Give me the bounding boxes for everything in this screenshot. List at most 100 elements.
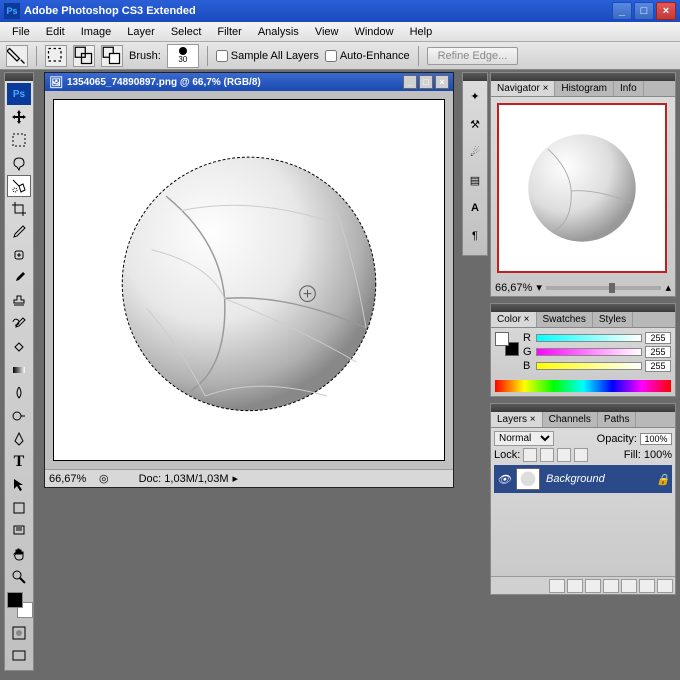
canvas[interactable] — [53, 99, 445, 461]
visibility-icon[interactable]: 👁 — [496, 471, 512, 487]
notes-tool[interactable] — [7, 520, 31, 542]
b-value[interactable]: 255 — [645, 360, 671, 372]
history-brush-tool[interactable] — [7, 313, 31, 335]
layer-mask-icon[interactable] — [585, 579, 601, 593]
quick-mask-icon[interactable] — [7, 622, 31, 644]
layer-row-background[interactable]: 👁 Background 🔒 — [494, 465, 672, 493]
screen-mode-icon[interactable] — [7, 645, 31, 667]
menu-analysis[interactable]: Analysis — [250, 24, 307, 40]
zoom-in-icon[interactable]: ▴ — [665, 281, 671, 294]
clone-source-icon[interactable]: ⚒ — [465, 113, 485, 135]
lock-label: Lock: — [494, 449, 520, 461]
link-layers-icon[interactable] — [549, 579, 565, 593]
hand-tool[interactable] — [7, 543, 31, 565]
tab-styles[interactable]: Styles — [593, 312, 633, 327]
sample-all-checkbox[interactable]: Sample All Layers — [216, 50, 319, 62]
lock-transparent-icon[interactable] — [523, 448, 537, 462]
auto-enhance-checkbox[interactable]: Auto-Enhance — [325, 50, 410, 62]
gradient-tool[interactable] — [7, 359, 31, 381]
doc-close-button[interactable]: × — [435, 75, 449, 89]
eyedropper-tool[interactable] — [7, 221, 31, 243]
lasso-tool[interactable] — [7, 152, 31, 174]
menu-layer[interactable]: Layer — [119, 24, 163, 40]
menu-edit[interactable]: Edit — [38, 24, 73, 40]
layer-comps-icon[interactable]: ▤ — [465, 169, 485, 191]
r-value[interactable]: 255 — [645, 332, 671, 344]
color-spectrum[interactable] — [495, 380, 671, 392]
tab-channels[interactable]: Channels — [543, 412, 598, 427]
quick-selection-tool[interactable] — [7, 175, 31, 197]
move-tool[interactable] — [7, 106, 31, 128]
eraser-tool[interactable] — [7, 336, 31, 358]
status-icon[interactable]: ◎ — [99, 472, 109, 485]
crop-tool[interactable] — [7, 198, 31, 220]
delete-layer-icon[interactable] — [657, 579, 673, 593]
lock-position-icon[interactable] — [557, 448, 571, 462]
adjustment-layer-icon[interactable] — [603, 579, 619, 593]
type-tool[interactable]: T — [7, 451, 31, 473]
tab-histogram[interactable]: Histogram — [555, 81, 614, 96]
color-swatch-mini[interactable] — [495, 332, 519, 356]
zoom-level[interactable]: 66,67% — [49, 473, 99, 485]
tab-layers[interactable]: Layers × — [491, 412, 543, 427]
lock-image-icon[interactable] — [540, 448, 554, 462]
tab-color[interactable]: Color × — [491, 312, 537, 327]
lock-icon: 🔒 — [656, 473, 670, 486]
tab-info[interactable]: Info — [614, 81, 644, 96]
foreground-color[interactable] — [7, 592, 23, 608]
close-button[interactable]: × — [656, 2, 676, 20]
menu-help[interactable]: Help — [402, 24, 441, 40]
minimize-button[interactable]: _ — [612, 2, 632, 20]
maximize-button[interactable]: □ — [634, 2, 654, 20]
zoom-slider[interactable] — [546, 286, 662, 290]
fill-value[interactable]: 100% — [644, 449, 672, 461]
subtract-selection-icon[interactable] — [101, 45, 123, 67]
g-slider[interactable] — [536, 348, 642, 356]
paragraph-icon[interactable]: ¶ — [465, 225, 485, 247]
color-swatch[interactable] — [7, 592, 33, 618]
menu-select[interactable]: Select — [163, 24, 210, 40]
layer-group-icon[interactable] — [621, 579, 637, 593]
zoom-out-icon[interactable]: ▾ — [536, 281, 542, 294]
r-slider[interactable] — [536, 334, 642, 342]
opacity-value[interactable]: 100% — [640, 433, 672, 445]
pen-tool[interactable] — [7, 428, 31, 450]
doc-maximize-button[interactable]: □ — [419, 75, 433, 89]
doc-minimize-button[interactable]: _ — [403, 75, 417, 89]
tab-paths[interactable]: Paths — [598, 412, 637, 427]
shape-tool[interactable] — [7, 497, 31, 519]
brush-tool[interactable] — [7, 267, 31, 289]
new-layer-icon[interactable] — [639, 579, 655, 593]
new-selection-icon[interactable] — [45, 45, 67, 67]
g-value[interactable]: 255 — [645, 346, 671, 358]
tool-preset-icon[interactable] — [6, 45, 28, 67]
blur-tool[interactable] — [7, 382, 31, 404]
add-selection-icon[interactable] — [73, 45, 95, 67]
document-titlebar[interactable]: 🖼 1354065_74890897.png @ 66,7% (RGB/8) _… — [45, 73, 453, 91]
status-arrow-icon[interactable]: ▸ — [232, 472, 238, 485]
menu-filter[interactable]: Filter — [209, 24, 249, 40]
brushes-icon[interactable]: ✦ — [465, 85, 485, 107]
zoom-tool[interactable] — [7, 566, 31, 588]
menu-window[interactable]: Window — [346, 24, 401, 40]
character-icon[interactable]: A — [465, 197, 485, 219]
path-selection-tool[interactable] — [7, 474, 31, 496]
lock-all-icon[interactable] — [574, 448, 588, 462]
b-slider[interactable] — [536, 362, 642, 370]
menu-file[interactable]: File — [4, 24, 38, 40]
nav-zoom-value[interactable]: 66,67% — [495, 282, 532, 294]
menu-image[interactable]: Image — [73, 24, 120, 40]
dodge-tool[interactable] — [7, 405, 31, 427]
healing-tool[interactable] — [7, 244, 31, 266]
marquee-tool[interactable] — [7, 129, 31, 151]
menu-view[interactable]: View — [307, 24, 347, 40]
navigator-thumbnail[interactable] — [497, 103, 667, 273]
refine-edge-button[interactable]: Refine Edge... — [427, 47, 519, 65]
stamp-tool[interactable] — [7, 290, 31, 312]
tool-presets-icon[interactable]: ☄ — [465, 141, 485, 163]
layer-style-icon[interactable] — [567, 579, 583, 593]
brush-preview[interactable]: 30 — [167, 44, 199, 68]
blend-mode-select[interactable]: Normal — [494, 431, 554, 446]
tab-navigator[interactable]: Navigator × — [491, 81, 555, 96]
tab-swatches[interactable]: Swatches — [537, 312, 593, 327]
